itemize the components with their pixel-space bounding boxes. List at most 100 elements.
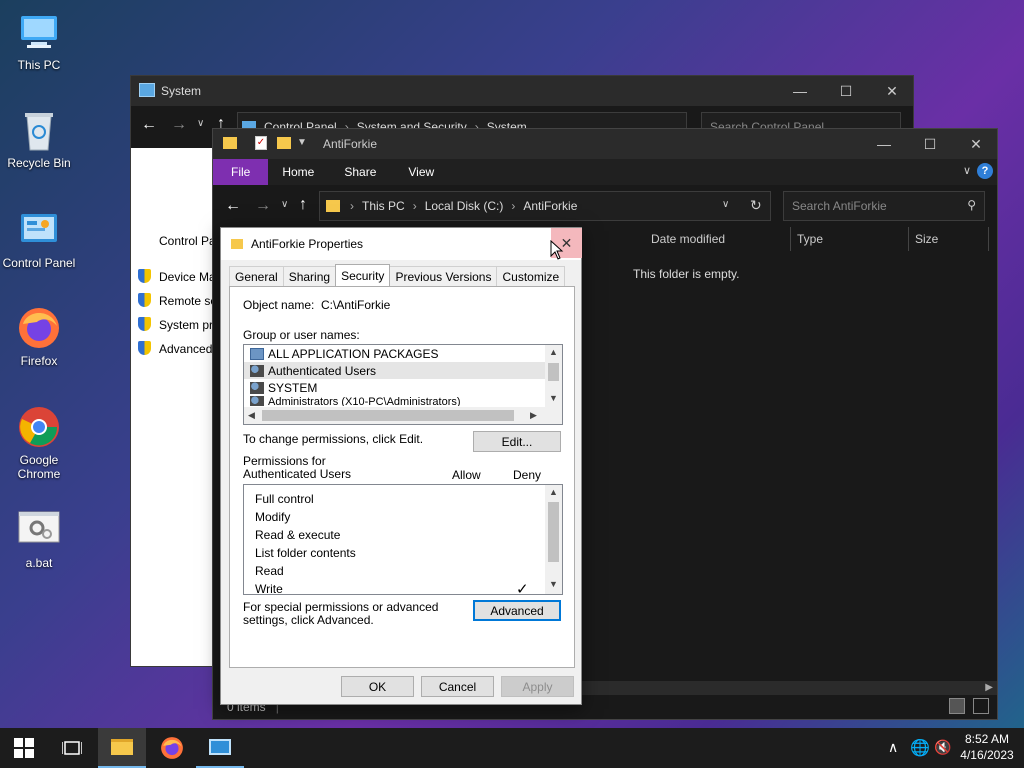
address-dropdown-icon[interactable]: ∨ (722, 199, 729, 210)
permission-full-control[interactable]: Full control (244, 490, 562, 508)
desktop-icon-recycle-bin[interactable]: Recycle Bin (1, 108, 77, 170)
ribbon-expand-chevron-icon[interactable]: ∨ (963, 164, 971, 177)
explorer-search-box[interactable]: Search AntiForkie ⚲ (783, 191, 985, 221)
scroll-up-icon[interactable]: ▲ (549, 347, 558, 357)
properties-dialog[interactable]: AntiForkie Properties ✕ General Sharing … (220, 227, 582, 705)
group-item-all-app-packages[interactable]: ALL APPLICATION PACKAGES (244, 345, 562, 362)
new-folder-icon[interactable] (277, 137, 291, 149)
large-icons-view-icon[interactable] (973, 698, 989, 714)
maximize-button[interactable]: ☐ (823, 76, 869, 106)
sidebar-link[interactable]: Remote se (159, 294, 217, 308)
maximize-button[interactable]: ☐ (907, 129, 953, 159)
scroll-right-icon[interactable]: ▶ (530, 410, 537, 421)
explorer-address-bar[interactable]: › This PC › Local Disk (C:) › AntiForkie… (319, 191, 771, 221)
group-list-vertical-scrollbar[interactable]: ▲ ▼ (545, 345, 562, 407)
recent-chevron-icon[interactable]: ∨ (281, 199, 288, 210)
volume-muted-icon[interactable]: 🔇 (934, 739, 951, 756)
tab-previous-versions[interactable]: Previous Versions (389, 266, 498, 286)
taskbar-firefox[interactable] (148, 728, 196, 768)
desktop-icon-a-bat[interactable]: a.bat (1, 508, 77, 570)
breadcrumb-this-pc[interactable]: This PC (362, 199, 405, 213)
explorer-nav-row: ← → ∨ ↑ › This PC › Local Disk (C:) › An… (213, 185, 997, 229)
sidebar-link[interactable]: System pr (159, 318, 213, 332)
properties-titlebar[interactable]: AntiForkie Properties ✕ (221, 228, 582, 260)
group-item-administrators[interactable]: Administrators (X10-PC\Administrators) (244, 396, 562, 406)
scroll-right-icon[interactable]: ▶ (985, 682, 993, 693)
details-view-icon[interactable] (949, 698, 965, 714)
ok-button[interactable]: OK (341, 676, 414, 697)
group-item-system[interactable]: SYSTEM (244, 379, 562, 396)
tab-security[interactable]: Security (335, 264, 391, 286)
forward-arrow-icon[interactable]: → (171, 116, 187, 134)
scroll-left-icon[interactable]: ◀ (248, 410, 255, 421)
taskbar-control-panel[interactable] (196, 728, 244, 768)
recent-chevron-icon[interactable]: ∨ (197, 118, 204, 129)
group-user-listbox[interactable]: ALL APPLICATION PACKAGES Authenticated U… (243, 344, 563, 425)
sidebar-link[interactable]: Advanced (159, 342, 212, 356)
edit-button[interactable]: Edit... (473, 431, 561, 452)
tab-sharing[interactable]: Sharing (282, 266, 337, 286)
clock-date: 4/16/2023 (960, 748, 1014, 762)
ribbon-tab-share[interactable]: Share (328, 159, 392, 185)
group-names-label: Group or user names: (243, 328, 360, 342)
permission-modify[interactable]: Modify (244, 508, 562, 526)
properties-check-icon[interactable]: ✓ (255, 136, 267, 150)
scroll-down-icon[interactable]: ▼ (549, 393, 558, 403)
permissions-listbox[interactable]: Full control Modify Read & execute List … (243, 484, 563, 595)
taskbar-file-explorer[interactable] (98, 728, 146, 768)
ribbon-tab-file[interactable]: File (213, 159, 269, 185)
sidebar-link[interactable]: Control Pa (159, 234, 216, 248)
network-globe-icon[interactable]: 🌐 (910, 738, 930, 758)
scroll-thumb[interactable] (548, 363, 559, 381)
permissions-vertical-scrollbar[interactable]: ▲ ▼ (545, 485, 562, 594)
scroll-thumb[interactable] (548, 502, 559, 562)
quick-access-dropdown-icon[interactable]: ▼ (297, 137, 307, 148)
forward-arrow-icon[interactable]: → (255, 197, 271, 215)
refresh-icon[interactable]: ↻ (750, 197, 762, 214)
breadcrumb-local-disk[interactable]: Local Disk (C:) (425, 199, 504, 213)
folder-icon (231, 239, 243, 249)
close-button[interactable]: ✕ (869, 76, 915, 106)
minimize-button[interactable]: — (777, 76, 823, 106)
show-hidden-icons-chevron[interactable]: ∧ (888, 739, 898, 756)
close-button[interactable]: ✕ (953, 129, 999, 159)
sidebar-link[interactable]: Device Ma (159, 270, 216, 284)
apply-button[interactable]: Apply (501, 676, 574, 697)
scroll-down-icon[interactable]: ▼ (549, 579, 558, 589)
back-arrow-icon[interactable]: ← (225, 197, 241, 215)
tab-general[interactable]: General (229, 266, 284, 286)
advanced-button[interactable]: Advanced (473, 600, 561, 621)
permission-read[interactable]: Read (244, 562, 562, 580)
up-arrow-icon[interactable]: ↑ (299, 196, 307, 214)
help-icon[interactable]: ? (977, 163, 993, 179)
column-header-type[interactable]: Type (791, 227, 909, 251)
clock[interactable]: 8:52 AM 4/16/2023 (954, 731, 1020, 763)
permission-read-execute[interactable]: Read & execute (244, 526, 562, 544)
task-view-button[interactable] (48, 728, 96, 768)
breadcrumb-antiforkie[interactable]: AntiForkie (523, 199, 577, 213)
desktop-icon-firefox[interactable]: Firefox (1, 306, 77, 368)
tab-customize[interactable]: Customize (496, 266, 566, 286)
group-item-authenticated-users[interactable]: Authenticated Users (244, 362, 562, 379)
start-button[interactable] (0, 728, 48, 768)
explorer-titlebar[interactable]: ✓ ▼ AntiForkie — ☐ ✕ (213, 129, 997, 159)
desktop-icon-control-panel[interactable]: Control Panel (1, 208, 77, 270)
column-header-size[interactable]: Size (909, 227, 989, 251)
desktop-icon-chrome[interactable]: Google Chrome (1, 405, 77, 481)
control-panel-icon (209, 739, 231, 755)
desktop-icon-this-pc[interactable]: This PC (1, 10, 77, 72)
users-icon (250, 381, 264, 394)
column-header-date-modified[interactable]: Date modified (645, 227, 791, 251)
permission-write[interactable]: Write ✓ (244, 580, 562, 594)
cancel-button[interactable]: Cancel (421, 676, 494, 697)
back-arrow-icon[interactable]: ← (141, 116, 157, 134)
scroll-thumb[interactable] (262, 410, 514, 421)
ribbon-tab-home[interactable]: Home (268, 159, 328, 185)
minimize-button[interactable]: — (861, 129, 907, 159)
group-list-horizontal-scrollbar[interactable]: ◀ ▶ (244, 407, 562, 424)
taskbar: ∧ 🌐 🔇 8:52 AM 4/16/2023 (0, 728, 1024, 768)
permission-list-folder-contents[interactable]: List folder contents (244, 544, 562, 562)
desktop-icon-label: Recycle Bin (7, 156, 71, 170)
ribbon-tab-view[interactable]: View (392, 159, 450, 185)
scroll-up-icon[interactable]: ▲ (549, 487, 558, 497)
